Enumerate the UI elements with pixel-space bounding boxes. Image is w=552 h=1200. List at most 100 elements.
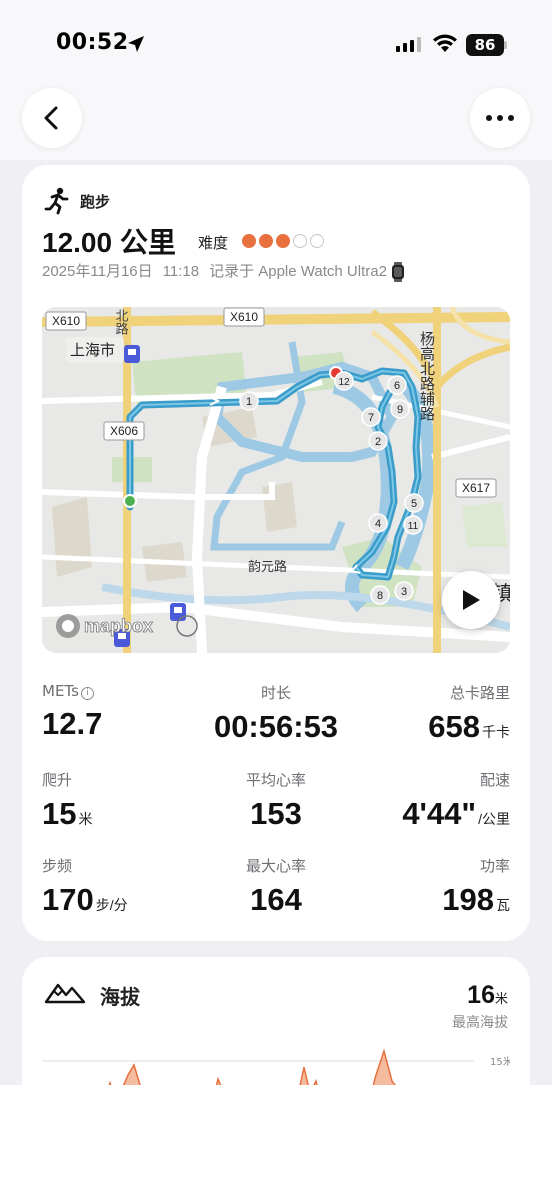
route-marker-6: 5 (404, 493, 424, 513)
svg-text:8: 8 (377, 590, 383, 602)
metric-ascent: 爬升 15 米 (42, 769, 202, 832)
play-icon (463, 590, 480, 610)
map-label-shanghai: 上海市 (66, 337, 124, 363)
svg-text:mapbox: mapbox (84, 616, 153, 636)
svg-text:上海市: 上海市 (70, 341, 115, 359)
chevron-left-icon (44, 106, 58, 130)
difficulty-dot-filled (242, 234, 256, 248)
mountain-icon (44, 983, 86, 1004)
altitude-max: 16米 最高海拔 (452, 981, 508, 1032)
metric-label: 步频 (42, 857, 73, 875)
metric-value: 170 (42, 882, 94, 917)
metric-mets: METs i 12.7 (42, 682, 202, 742)
route-map[interactable]: 1 12 6 9 7 2 5 11 4 8 3 X610 X610 X606 X… (42, 307, 510, 653)
metric-unit: 千卡 (482, 724, 510, 740)
map-label-yanggao-road: 杨高北路辅路 (418, 331, 436, 421)
svg-text:3: 3 (401, 586, 407, 598)
route-marker-4: 6 (387, 375, 407, 395)
info-icon[interactable]: i (80, 687, 94, 700)
metric-value: 00:56:53 (213, 709, 339, 744)
road-badge-x606: X606 (103, 421, 145, 441)
nav-bar (0, 80, 552, 160)
metric-label: 最大心率 (245, 857, 306, 875)
more-button[interactable] (470, 88, 530, 148)
road-badge-x617: X617 (455, 478, 497, 498)
svg-text:X610: X610 (230, 310, 258, 324)
battery-indicator: 86 (466, 34, 504, 56)
metric-avg-heart-rate: 平均心率 153 (196, 769, 356, 832)
subway-icon (170, 603, 186, 621)
difficulty-label: 难度 (198, 234, 229, 252)
play-route-button[interactable] (442, 571, 500, 629)
road-badge-x610-b: X610 (223, 307, 265, 327)
activity-date: 2025年11月16日 (42, 263, 153, 280)
svg-text:11: 11 (408, 521, 419, 532)
metric-max-heart-rate: 最大心率 164 (196, 855, 356, 918)
route-marker-12: 12 (334, 371, 354, 391)
difficulty-dot-empty (293, 234, 307, 248)
metric-power: 功率 198 瓦 (350, 855, 510, 918)
wifi-icon (433, 34, 457, 52)
metric-value: 153 (250, 796, 302, 831)
signal-icon (396, 37, 421, 52)
metric-cadence: 步频 170 步/分 (42, 855, 202, 918)
battery-tip (504, 41, 507, 49)
difficulty-dot-filled (259, 234, 273, 248)
metric-label: 平均心率 (245, 771, 306, 789)
recorded-by: 记录于 Apple Watch Ultra2 (209, 263, 387, 280)
svg-text:7: 7 (368, 412, 374, 424)
svg-text:6: 6 (394, 380, 400, 392)
metric-label: 时长 (260, 684, 291, 702)
more-dots-icon (486, 115, 514, 121)
metric-pace: 配速 4'44"/公里 (350, 769, 510, 832)
svg-text:X610: X610 (52, 314, 80, 328)
metric-label: 总卡路里 (449, 684, 510, 702)
status-time: 00:52 (56, 30, 129, 55)
altitude-card[interactable]: 海拔 16米 最高海拔 15米 (22, 957, 530, 1085)
difficulty-rating (242, 234, 324, 248)
svg-text:9: 9 (397, 404, 403, 416)
blank-area (0, 1085, 552, 1200)
route-marker-1: 1 (239, 391, 259, 411)
activity-card: 跑步 12.00 公里 难度 2025年11月16日 11:18 记录于 Apple… (22, 165, 530, 941)
watch-icon (391, 262, 404, 283)
difficulty-dot-empty (310, 234, 324, 248)
svg-text:2: 2 (375, 436, 381, 448)
svg-text:1: 1 (246, 396, 252, 408)
altitude-chart: 15米 (42, 1048, 510, 1085)
difficulty-dot-filled (276, 234, 290, 248)
map-canvas: 1 12 6 9 7 2 5 11 4 8 3 X610 X610 X606 X… (42, 307, 510, 653)
running-icon (44, 187, 69, 215)
activity-meta: 2025年11月16日 11:18 记录于 Apple Watch Ultra2 (42, 260, 405, 283)
altitude-max-value: 16 (467, 981, 495, 1009)
metric-value: 4'44" (402, 796, 477, 831)
status-bar: 00:52 86 (0, 0, 552, 80)
activity-type: 跑步 (80, 193, 111, 211)
metric-value: 658 (428, 709, 480, 744)
metric-label: 配速 (479, 771, 510, 789)
route-marker-7: 7 (361, 407, 381, 427)
altitude-title: 海拔 (100, 985, 140, 1009)
activity-time: 11:18 (162, 263, 200, 280)
metric-value: 164 (250, 882, 302, 917)
metric-unit: 瓦 (496, 897, 510, 913)
svg-text:5: 5 (411, 498, 417, 510)
back-button[interactable] (22, 88, 82, 148)
altitude-max-unit: 米 (494, 992, 508, 1007)
map-label-yunyuan-road: 韵元路 (248, 559, 287, 575)
activity-distance: 12.00 公里 (42, 227, 176, 258)
altitude-max-label: 最高海拔 (452, 1015, 508, 1031)
screen: 00:52 86 跑步 12.00 公里 难度 2025年11月16日 11:1… (0, 0, 552, 1085)
metric-unit: /公里 (478, 811, 510, 827)
svg-text:12: 12 (338, 377, 350, 388)
metric-unit: 米 (78, 811, 93, 827)
metric-label: 爬升 (42, 771, 73, 789)
location-arrow-icon (128, 36, 144, 52)
metric-label: METs (42, 682, 79, 700)
metric-label: 功率 (479, 857, 510, 875)
route-marker-9: 9 (390, 399, 410, 419)
route-marker-11: 11 (403, 515, 423, 535)
metric-value: 12.7 (42, 706, 103, 741)
route-marker-3: 3 (394, 581, 414, 601)
route-marker-8: 8 (370, 585, 390, 605)
